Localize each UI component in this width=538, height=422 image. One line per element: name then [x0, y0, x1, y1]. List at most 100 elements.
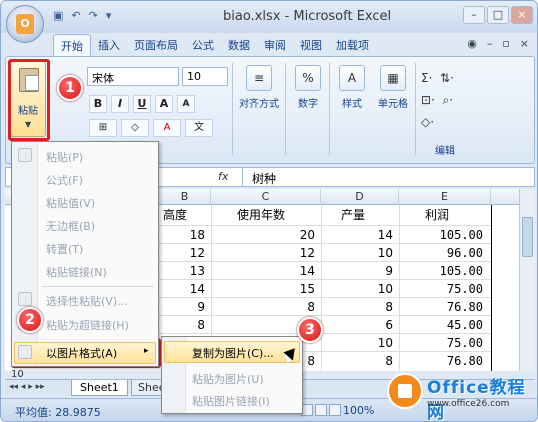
- submenu-copy-as-picture[interactable]: 复制为图片(C)...: [192, 345, 274, 361]
- styles-button[interactable]: A 样式: [335, 65, 369, 110]
- menu-item-paste-hyperlink[interactable]: 粘贴为超链接(H): [46, 317, 129, 333]
- underline-button[interactable]: U: [133, 95, 151, 113]
- column-header-c[interactable]: C: [211, 189, 321, 205]
- menu-item-transpose[interactable]: 转置(T): [46, 241, 83, 257]
- tab-review[interactable]: 审阅: [257, 34, 293, 56]
- cell-profit-row-5[interactable]: 76.80: [423, 299, 483, 315]
- sheet-tab-sheet1[interactable]: Sheet1: [71, 380, 128, 396]
- cell-header-output[interactable]: 产量: [341, 207, 365, 223]
- tab-view[interactable]: 视图: [293, 34, 329, 56]
- cell-output-row-3[interactable]: 9: [333, 263, 393, 279]
- font-color-button[interactable]: A: [153, 119, 181, 137]
- menu-item-formulas[interactable]: 公式(F): [46, 172, 83, 188]
- styles-label: 样式: [342, 99, 362, 110]
- font-format-row: B I U A A: [89, 95, 195, 113]
- column-header-d[interactable]: D: [321, 189, 399, 205]
- save-icon[interactable]: ▣: [53, 9, 63, 22]
- cell-output-row-5[interactable]: 8: [333, 299, 393, 315]
- column-header-b[interactable]: B: [159, 189, 211, 205]
- menu-separator: [42, 286, 154, 287]
- redo-icon[interactable]: ↷: [89, 9, 98, 22]
- cell-profit-row-6[interactable]: 45.00: [423, 317, 483, 333]
- workbook-close-button[interactable]: ×: [520, 37, 529, 50]
- ribbon-tabs: 开始 插入 页面布局 公式 数据 审阅 视图 加载项: [53, 34, 376, 56]
- title-bar: ▣ ↶ ↷ ▾ biao.xlsx - Microsoft Excel – □ …: [1, 1, 537, 33]
- cell-years-row-1[interactable]: 20: [255, 227, 315, 243]
- cell-years-row-4[interactable]: 15: [255, 281, 315, 297]
- borders-button[interactable]: ⊞: [89, 119, 117, 137]
- maximize-button[interactable]: □: [487, 6, 509, 24]
- phonetic-button[interactable]: 文: [185, 119, 213, 137]
- minimize-button[interactable]: –: [463, 6, 485, 24]
- menu-item-as-picture[interactable]: 以图片格式(A): [46, 345, 117, 361]
- office-button[interactable]: O: [6, 5, 44, 43]
- workbook-restore-button[interactable]: ▫: [502, 37, 509, 50]
- tab-data[interactable]: 数据: [221, 34, 257, 56]
- menu-item-paste[interactable]: 粘贴(P): [46, 149, 83, 165]
- fill-color-button[interactable]: ◇: [121, 119, 149, 137]
- workbook-minimize-button[interactable]: –: [487, 37, 493, 50]
- cell-output-row-7[interactable]: 10: [333, 335, 393, 351]
- menu-item-paste-special[interactable]: 选择性粘贴(V)...: [46, 293, 128, 309]
- number-button[interactable]: % 数字: [291, 65, 325, 110]
- function-icon[interactable]: fx: [218, 170, 228, 183]
- customize-qat-icon[interactable]: ▾: [106, 9, 112, 22]
- cell-header-years[interactable]: 使用年数: [237, 207, 285, 223]
- shrink-font-button[interactable]: A: [177, 95, 195, 113]
- scrollbar-thumb[interactable]: [522, 217, 533, 257]
- alignment-label: 对齐方式: [239, 99, 279, 110]
- window-title: biao.xlsx - Microsoft Excel: [223, 9, 392, 24]
- bold-button[interactable]: B: [89, 95, 107, 113]
- alignment-button[interactable]: ≡ 对齐方式: [237, 65, 281, 110]
- cell-years-row-5[interactable]: 8: [255, 299, 315, 315]
- cells-button[interactable]: ▦ 单元格: [373, 65, 413, 110]
- cell-output-row-4[interactable]: 10: [333, 281, 393, 297]
- cell-profit-row-1[interactable]: 105.00: [423, 227, 483, 243]
- paste-menu: 粘贴(P) 公式(F) 粘贴值(V) 无边框(B) 转置(T) 粘贴链接(N) …: [11, 141, 159, 367]
- page-break-view-button[interactable]: [329, 404, 341, 416]
- status-average: 平均值: 28.9875: [15, 406, 101, 419]
- font-format-row-2: ⊞ ◇ A 文: [89, 119, 213, 137]
- sheet-nav-buttons[interactable]: ◂◂ ◂ ▸ ▸▸: [9, 382, 45, 392]
- cell-output-row-2[interactable]: 10: [333, 245, 393, 261]
- italic-button[interactable]: I: [111, 95, 129, 113]
- cell-profit-row-8[interactable]: 76.80: [423, 353, 483, 369]
- menu-item-paste-values[interactable]: 粘贴值(V): [46, 195, 95, 211]
- help-icon[interactable]: ◉: [467, 37, 477, 50]
- vertical-scrollbar[interactable]: [519, 189, 535, 371]
- cell-profit-row-2[interactable]: 96.00: [423, 245, 483, 261]
- cell-profit-row-7[interactable]: 75.00: [423, 335, 483, 351]
- tab-page-layout[interactable]: 页面布局: [127, 34, 185, 56]
- page-layout-view-button[interactable]: [315, 404, 327, 416]
- cells-label: 单元格: [378, 99, 408, 110]
- tab-home[interactable]: 开始: [53, 34, 91, 56]
- menu-item-paste-link[interactable]: 粘贴链接(N): [46, 264, 107, 280]
- submenu-paste-as-picture[interactable]: 粘贴为图片(U): [192, 371, 264, 387]
- zoom-level[interactable]: 100%: [343, 404, 374, 417]
- cell-header-height[interactable]: 高度: [163, 207, 187, 223]
- undo-icon[interactable]: ↶: [71, 9, 80, 22]
- formula-value[interactable]: 树种: [252, 170, 276, 187]
- tab-formulas[interactable]: 公式: [185, 34, 221, 56]
- font-name-select[interactable]: 宋体: [87, 67, 179, 86]
- picture-submenu: 复制为图片(C)... 粘贴为图片(U) 粘贴图片链接(I): [161, 336, 303, 414]
- menu-item-no-borders[interactable]: 无边框(B): [46, 218, 95, 234]
- font-size-select[interactable]: 10: [182, 67, 228, 86]
- tab-addins[interactable]: 加载项: [329, 34, 376, 56]
- formula-divider: [242, 168, 243, 186]
- cell-profit-row-3[interactable]: 105.00: [423, 263, 483, 279]
- cells-icon: ▦: [380, 65, 406, 91]
- column-header-e[interactable]: E: [399, 189, 491, 205]
- cell-profit-row-4[interactable]: 75.00: [423, 281, 483, 297]
- cell-header-profit[interactable]: 利润: [425, 207, 449, 223]
- editing-icons[interactable]: Σ· ⇅· ⊡· ⌕· ◇·: [421, 67, 481, 133]
- close-button[interactable]: ×: [511, 6, 533, 24]
- cell-output-row-6[interactable]: 6: [333, 317, 393, 333]
- cell-years-row-3[interactable]: 14: [255, 263, 315, 279]
- grow-font-button[interactable]: A: [155, 95, 173, 113]
- cell-output-row-1[interactable]: 14: [333, 227, 393, 243]
- submenu-paste-picture-link[interactable]: 粘贴图片链接(I): [192, 393, 270, 409]
- cell-output-row-8[interactable]: 8: [333, 353, 393, 369]
- cell-years-row-2[interactable]: 12: [255, 245, 315, 261]
- tab-insert[interactable]: 插入: [91, 34, 127, 56]
